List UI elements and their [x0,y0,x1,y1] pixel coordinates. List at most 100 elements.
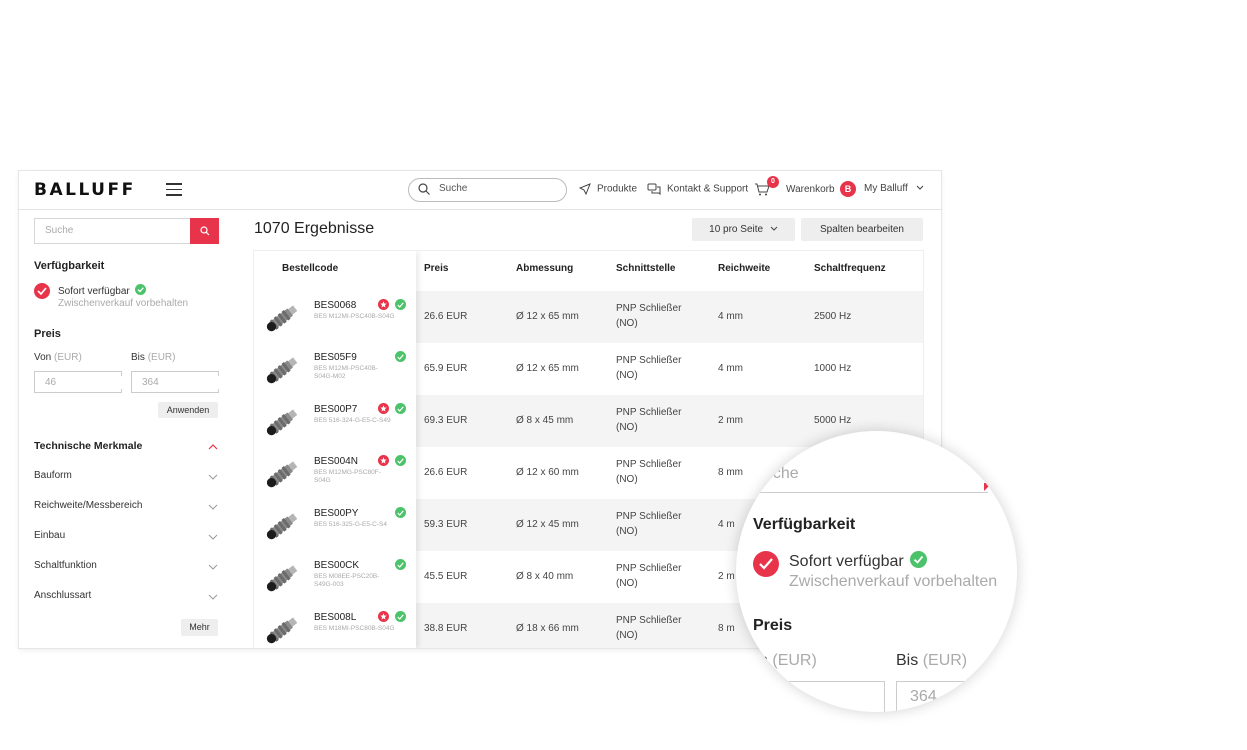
code-cell[interactable]: BES008L BES M18MI-PSC80B-S04G [254,603,416,648]
from-currency: (EUR) [54,352,82,363]
nav-products[interactable]: Produkte [578,183,638,196]
interface-mode-cell: (NO) [616,318,638,329]
sidebar-search-button[interactable] [190,218,219,244]
favorite-star-icon[interactable] [378,403,389,414]
code-cell[interactable]: BES00P7 BES 516-324-G-E5-C-S49 [254,395,416,447]
code-cell[interactable]: BES00PY BES 516-325-G-E5-C-S4 [254,499,416,551]
menu-icon[interactable] [166,183,182,196]
col-header-schnittstelle[interactable]: Schnittstelle [616,263,675,274]
per-page-select[interactable]: 10 pro Seite [692,218,795,241]
user-avatar[interactable]: B [840,181,856,197]
mag-search-fragment: uche [764,465,799,482]
chevron-down-icon[interactable] [208,594,218,600]
code-cell[interactable]: BES0068 BES M12MI-PSC40B-S04G [254,291,416,343]
header-search[interactable] [408,178,567,202]
user-menu-label: My Balluff [864,183,908,194]
edit-columns-button[interactable]: Spalten bearbeiten [801,218,923,241]
chevron-up-icon[interactable] [208,444,218,450]
frequency-cell: 1000 Hz [814,363,852,374]
favorite-star-icon[interactable] [378,455,389,466]
chevron-down-icon[interactable] [208,504,218,510]
code-cell[interactable]: BES05F9 BES M12MI-PSC40B-S04G-M02 [254,343,416,395]
dimension-cell: Ø 12 x 45 mm [516,519,579,530]
col-header-bestellcode[interactable]: Bestellcode [282,263,338,274]
order-code[interactable]: BES05F9 [314,352,357,363]
mag-availability-note: Zwischenverkauf vorbehalten [789,573,998,590]
user-menu[interactable]: My Balluff [864,183,930,194]
to-label: Bis [131,352,145,363]
mag-from-fragment: n [759,652,768,669]
favorite-star-icon[interactable] [378,611,389,622]
cart-count-badge: 0 [767,176,779,188]
interface-cell: PNP Schließer [616,615,682,626]
sidebar-search[interactable] [34,218,191,244]
col-header-schaltfrequenz[interactable]: Schaltfrequenz [814,263,886,274]
mag-search-underline [756,492,988,493]
code-cell[interactable]: BES00CK BES M08EE-PSC20B-S49G-003 [254,551,416,603]
range-cell: 8 m [718,623,735,634]
order-code[interactable]: BES008L [314,612,356,623]
price-from-field[interactable] [34,371,125,393]
mag-to-placeholder: 364 [910,688,937,705]
interface-mode-cell: (NO) [616,474,638,485]
chevron-down-icon[interactable] [208,534,218,540]
availability-title: Verfügbarkeit [34,260,105,272]
search-icon [200,226,210,236]
favorite-star-icon[interactable] [378,299,389,310]
balluff-logo[interactable]: BALLUFF [34,180,136,200]
interface-cell: PNP Schließer [616,563,682,574]
order-code[interactable]: BES0068 [314,300,356,311]
product-designation: BES 516-325-G-E5-C-S4 [314,521,387,528]
tech-features-title[interactable]: Technische Merkmale [34,440,142,452]
price-from-input[interactable] [43,376,125,389]
facet-reichweite[interactable]: Reichweite/Messbereich [34,500,142,511]
price-to-field[interactable] [131,371,222,393]
col-header-preis[interactable]: Preis [424,263,448,274]
available-check-icon [395,351,406,362]
mag-from-label: n (EUR) [759,652,817,670]
interface-cell: PNP Schließer [616,511,682,522]
nav-contact[interactable]: Kontakt & Support [647,183,748,196]
availability-checkbox[interactable] [34,283,50,299]
per-page-label: 10 pro Seite [709,224,764,235]
interface-cell: PNP Schließer [616,407,682,418]
order-code[interactable]: BES00P7 [314,404,357,415]
facet-anschlussart[interactable]: Anschlussart [34,590,91,601]
price-to-input[interactable] [140,376,222,389]
sensor-product-image [266,357,298,384]
cart-link[interactable]: Warenkorb [754,183,835,196]
facet-schaltfunktion[interactable]: Schaltfunktion [34,560,97,571]
more-button[interactable]: Mehr [181,619,218,636]
order-code[interactable]: BES00CK [314,560,359,571]
check-icon [37,287,47,295]
col-header-abmessung[interactable]: Abmessung [516,263,573,274]
interface-cell: PNP Schließer [616,355,682,366]
frequency-cell: 2500 Hz [814,311,852,322]
chat-icon [647,183,661,196]
price-cell: 38.8 EUR [424,623,468,634]
mag-availability-option: Sofort verfügbar [789,551,928,571]
apply-button[interactable]: Anwenden [158,402,218,418]
order-code[interactable]: BES004N [314,456,358,467]
availability-option[interactable]: Sofort verfügbar [58,284,146,297]
interface-cell: PNP Schließer [616,303,682,314]
nav-products-label: Produkte [597,183,638,195]
facet-einbau[interactable]: Einbau [34,530,65,541]
col-header-reichweite[interactable]: Reichweite [718,263,770,274]
header-search-input[interactable] [437,182,561,195]
available-check-icon [395,455,406,466]
product-designation: BES M12MG-PSC80F-S04G [314,469,381,484]
facet-bauform[interactable]: Bauform [34,470,72,481]
chevron-down-icon[interactable] [208,474,218,480]
send-icon [578,183,591,196]
available-check-icon [395,299,406,310]
code-cell[interactable]: BES004N BES M12MG-PSC80F-S04G [254,447,416,499]
available-check-icon [910,551,928,568]
chevron-down-icon[interactable] [208,564,218,570]
sensor-product-image [266,617,298,644]
order-code[interactable]: BES00PY [314,508,358,519]
available-check-icon [395,403,406,414]
mag-to-field: 364 [896,681,1017,712]
dimension-cell: Ø 12 x 60 mm [516,467,579,478]
sidebar-search-input[interactable] [43,224,187,237]
